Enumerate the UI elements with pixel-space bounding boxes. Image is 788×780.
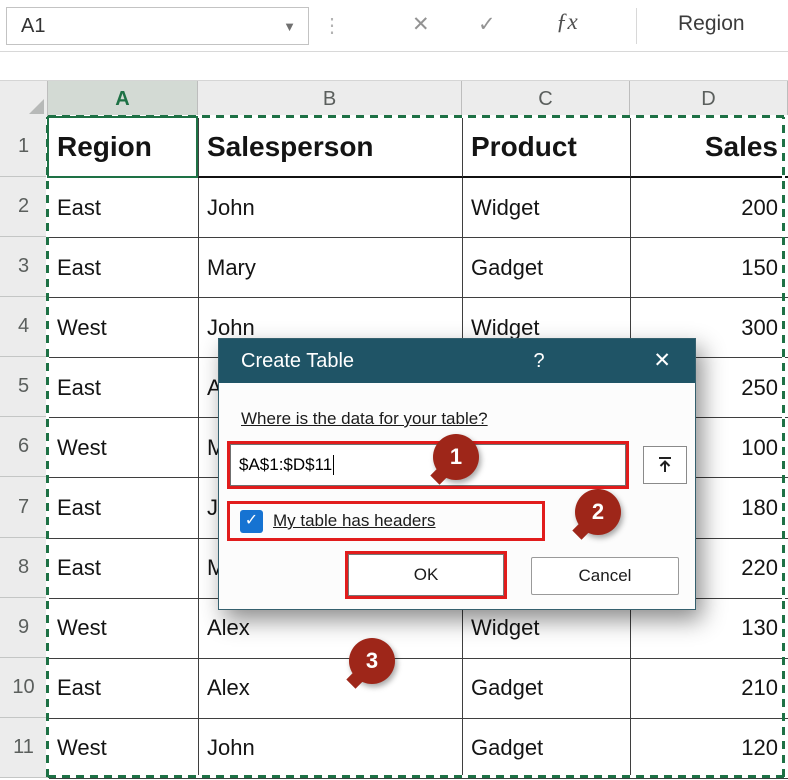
dialog-titlebar[interactable]: Create Table ? ✕ <box>219 339 695 383</box>
annotation-box-checkbox: ✓ My table has headers <box>227 501 545 541</box>
cell-A8[interactable]: East <box>49 539 199 599</box>
headers-checkbox-label: My table has headers <box>273 511 436 531</box>
cell-A6[interactable]: West <box>49 418 199 478</box>
name-box[interactable]: A1 ▼ <box>6 7 309 45</box>
row-header-10[interactable]: 10 <box>0 658 48 718</box>
cell-A2[interactable]: East <box>49 178 199 238</box>
row-header-8[interactable]: 8 <box>0 538 48 598</box>
ok-button[interactable]: OK <box>348 554 504 596</box>
column-header-A[interactable]: A <box>48 81 198 118</box>
cell-D10[interactable]: 210 <box>631 659 788 719</box>
cell-A5[interactable]: East <box>49 358 199 418</box>
range-input[interactable]: $A$1:$D$11 <box>230 444 626 486</box>
cell-A9[interactable]: West <box>49 599 199 659</box>
annotation-box-ok: OK <box>345 551 507 599</box>
dialog-title: Create Table <box>241 339 354 383</box>
cell-C10[interactable]: Gadget <box>463 659 631 719</box>
cell-A10[interactable]: East <box>49 659 199 719</box>
cell-B2[interactable]: John <box>199 178 463 238</box>
cell-B1[interactable]: Salesperson <box>199 118 463 178</box>
column-header-D[interactable]: D <box>630 81 788 118</box>
annotation-box-range: $A$1:$D$11 <box>227 441 629 489</box>
headers-checkbox[interactable]: ✓ <box>240 510 263 533</box>
range-input-value: $A$1:$D$11 <box>239 455 332 475</box>
row-headers: 1234567891011 <box>0 117 48 778</box>
cell-D2[interactable]: 200 <box>631 178 788 238</box>
row-header-2[interactable]: 2 <box>0 177 48 237</box>
cell-D1[interactable]: Sales <box>631 118 788 178</box>
formula-bar-separator <box>636 8 637 44</box>
cell-C1[interactable]: Product <box>463 118 631 178</box>
row-header-7[interactable]: 7 <box>0 477 48 537</box>
cancel-entry-icon[interactable]: ✕ <box>412 12 430 37</box>
cell-D11[interactable]: 120 <box>631 719 788 779</box>
row-header-3[interactable]: 3 <box>0 237 48 297</box>
select-all-corner[interactable] <box>0 81 48 118</box>
annotation-step-3: 3 <box>349 638 395 684</box>
cell-A7[interactable]: East <box>49 478 199 538</box>
column-header-B[interactable]: B <box>198 81 462 118</box>
cell-C3[interactable]: Gadget <box>463 238 631 298</box>
cell-B11[interactable]: John <box>199 719 463 779</box>
formula-bar-handle-icon[interactable]: ⋮ <box>322 13 342 38</box>
dialog-prompt: Where is the data for your table? <box>241 409 488 429</box>
cell-B10[interactable]: Alex <box>199 659 463 719</box>
name-box-value: A1 <box>21 15 283 38</box>
collapse-range-icon <box>656 456 674 474</box>
cell-A3[interactable]: East <box>49 238 199 298</box>
column-header-C[interactable]: C <box>462 81 630 118</box>
collapse-dialog-button[interactable] <box>643 446 687 484</box>
cell-B3[interactable]: Mary <box>199 238 463 298</box>
row-header-11[interactable]: 11 <box>0 718 48 778</box>
cell-A4[interactable]: West <box>49 298 199 358</box>
cell-A11[interactable]: West <box>49 719 199 779</box>
formula-bar: A1 ▼ ⋮ ✕ ✓ ƒx Region <box>0 0 788 52</box>
close-icon[interactable]: ✕ <box>653 339 671 383</box>
select-all-triangle-icon <box>29 99 44 114</box>
formula-bar-value[interactable]: Region <box>678 12 745 36</box>
cell-D3[interactable]: 150 <box>631 238 788 298</box>
column-headers: A B C D <box>0 80 788 117</box>
cell-C11[interactable]: Gadget <box>463 719 631 779</box>
help-icon[interactable]: ? <box>524 339 554 383</box>
row-header-9[interactable]: 9 <box>0 598 48 658</box>
name-box-dropdown-icon[interactable]: ▼ <box>283 19 296 34</box>
cell-C2[interactable]: Widget <box>463 178 631 238</box>
cell-A1[interactable]: Region <box>49 118 199 178</box>
row-header-6[interactable]: 6 <box>0 417 48 477</box>
excel-window: A1 ▼ ⋮ ✕ ✓ ƒx Region A B C D 12345678910… <box>0 0 788 780</box>
row-header-1[interactable]: 1 <box>0 117 48 177</box>
confirm-entry-icon[interactable]: ✓ <box>478 12 496 37</box>
insert-function-icon[interactable]: ƒx <box>556 9 578 35</box>
text-cursor <box>333 455 334 475</box>
annotation-step-2: 2 <box>575 489 621 535</box>
row-header-4[interactable]: 4 <box>0 297 48 357</box>
annotation-step-1: 1 <box>433 434 479 480</box>
row-header-5[interactable]: 5 <box>0 357 48 417</box>
cancel-button[interactable]: Cancel <box>531 557 679 595</box>
checkmark-icon: ✓ <box>245 513 258 529</box>
